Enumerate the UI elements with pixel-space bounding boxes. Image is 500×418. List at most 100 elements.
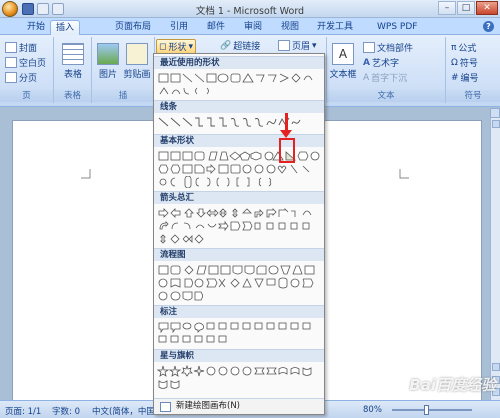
ruler-toggle-button[interactable] [490, 108, 500, 118]
shape-row-arrows-1 [157, 207, 323, 220]
tab-mailings[interactable]: 邮件 [202, 20, 230, 35]
symbols-group-label: 符号 [446, 90, 500, 102]
tab-page-layout[interactable]: 页面布局 [110, 20, 156, 35]
stars-icons-1[interactable] [157, 365, 323, 377]
tab-review[interactable]: 审阅 [239, 20, 267, 35]
quick-parts-icon [363, 42, 375, 53]
flowchart-icons-3[interactable] [157, 290, 323, 302]
red-arrow-head-annotation [280, 130, 292, 138]
clipart-button[interactable]: 剪贴画 [122, 43, 152, 80]
ribbon-tabs: 开始 插入 页面布局 引用 邮件 审阅 视图 开发工具 WPS PDF ? [0, 18, 500, 35]
tab-view[interactable]: 视图 [276, 20, 304, 35]
maximize-button[interactable]: □ [457, 1, 475, 15]
zoom-level[interactable]: 80% [363, 405, 382, 415]
textbox-button[interactable]: A 文本框 [329, 43, 357, 80]
shape-row-recent-2 [157, 85, 323, 98]
block-arrows-icons-1[interactable] [157, 207, 323, 219]
pages-group: 封面 空白页 分页 页 [0, 37, 54, 103]
table-icon [62, 43, 84, 65]
symbols-group: π 公式 Ω 符号 # 编号 符号 [446, 37, 500, 103]
tab-developer[interactable]: 开发工具 [312, 20, 358, 35]
hyperlink-button[interactable]: 🔗 超链接 [220, 39, 260, 53]
basic-shapes-icons-1[interactable] [157, 150, 323, 162]
flowchart-icons-1[interactable] [157, 264, 323, 276]
picture-icon [97, 43, 119, 65]
page-count[interactable]: 页面: 1/1 [5, 405, 41, 417]
quick-parts-button[interactable]: 文档部件 [363, 41, 413, 54]
cover-page-button[interactable]: 封面 [5, 41, 37, 54]
text-group: A 文本框 文档部件 A 艺术字 A 首字下沉 文本 [326, 37, 446, 103]
help-icon[interactable]: ? [483, 21, 494, 32]
shape-row-basic-2 [157, 163, 323, 176]
pi-icon: π [451, 42, 457, 53]
section-block-arrows: 箭头总汇 [154, 191, 324, 204]
section-flowchart: 流程图 [154, 248, 324, 261]
tab-insert[interactable]: 插入 [50, 20, 81, 35]
block-arrows-icons-3[interactable] [157, 233, 323, 245]
section-recent-shapes: 最近使用的形状 [154, 56, 324, 69]
omega-icon: Ω [451, 57, 458, 68]
window-controls: – □ ✕ [438, 1, 498, 15]
zoom-slider[interactable] [392, 409, 472, 411]
language-indicator[interactable]: 中文(简体，中国 [92, 405, 155, 417]
section-callouts: 标注 [154, 305, 324, 318]
basic-shapes-icons-3[interactable] [157, 176, 323, 188]
block-arrows-icons-2[interactable] [157, 220, 323, 232]
scroll-down-icon[interactable] [492, 363, 500, 371]
wordart-button[interactable]: A 艺术字 [363, 56, 399, 70]
tab-references[interactable]: 引用 [165, 20, 193, 35]
basic-shapes-icons-2[interactable] [157, 163, 323, 175]
header-button[interactable]: 页眉 ▾ [278, 39, 317, 52]
dropcap-icon: A [363, 72, 370, 83]
shapes-icon: ◻ [159, 41, 167, 52]
drawing-canvas-icon [160, 402, 171, 412]
cover-page-icon [5, 42, 17, 53]
text-group-label: 文本 [327, 90, 445, 102]
dropcap-button[interactable]: A 首字下沉 [363, 71, 407, 85]
page-break-button[interactable]: 分页 [5, 71, 37, 84]
flowchart-icons-2[interactable] [157, 277, 323, 289]
minimize-button[interactable]: – [438, 1, 456, 15]
new-drawing-canvas-button[interactable]: 新建绘图画布(N) [154, 398, 324, 414]
zoom-slider-knob[interactable] [424, 405, 429, 415]
table-button[interactable]: 表格 [60, 43, 86, 80]
formula-button[interactable]: π 公式 [451, 41, 476, 55]
shape-row-stars-2 [157, 378, 323, 391]
number-button[interactable]: # 编号 [451, 71, 479, 85]
close-button[interactable]: ✕ [476, 1, 498, 15]
pages-group-label: 页 [0, 90, 53, 102]
chevron-down-icon: ▾ [188, 41, 194, 52]
recent-shapes-icons-2[interactable] [157, 85, 323, 97]
recent-shapes-icons[interactable] [157, 72, 323, 84]
symbol-button[interactable]: Ω 符号 [451, 56, 478, 70]
table-group-label: 表格 [54, 90, 91, 102]
link-icon: 🔗 [220, 40, 232, 51]
shape-row-arrows-3 [157, 233, 323, 246]
number-icon: # [451, 72, 459, 83]
callouts-icons-2[interactable] [157, 334, 323, 346]
word-count[interactable]: 字数: 0 [52, 405, 80, 417]
shape-row-lines [157, 116, 323, 129]
tab-home[interactable]: 开始 [22, 20, 50, 35]
shape-row-basic-1 [157, 150, 323, 163]
vertical-scrollbar[interactable] [490, 108, 500, 400]
window-title: 文档 1 - Microsoft Word [195, 6, 305, 17]
picture-button[interactable]: 图片 [96, 43, 120, 80]
blank-page-icon [5, 57, 17, 68]
blank-page-button[interactable]: 空白页 [5, 56, 46, 69]
textbox-icon: A [332, 43, 354, 65]
tab-wps-pdf[interactable]: WPS PDF [372, 20, 422, 35]
scroll-up-icon[interactable] [492, 120, 500, 128]
shape-row-arrows-2 [157, 220, 323, 233]
section-stars-banners: 星与旗帜 [154, 349, 324, 362]
shape-row-basic-3 [157, 176, 323, 189]
shape-row-callouts-1 [157, 321, 323, 334]
section-basic-shapes: 基本形状 [154, 134, 324, 147]
chevron-down-icon: ▾ [312, 40, 317, 51]
shapes-button[interactable]: ◻ 形状 ▾ [156, 39, 197, 54]
shapes-gallery: 最近使用的形状 线条 基本形状 箭头总汇 流程图 标注 星与旗帜 新建绘图画布(… [153, 53, 325, 415]
callouts-icons-1[interactable] [157, 321, 323, 333]
lines-icons[interactable] [157, 116, 323, 128]
stars-icons-2[interactable] [157, 378, 323, 390]
shape-row-callouts-2 [157, 334, 323, 347]
